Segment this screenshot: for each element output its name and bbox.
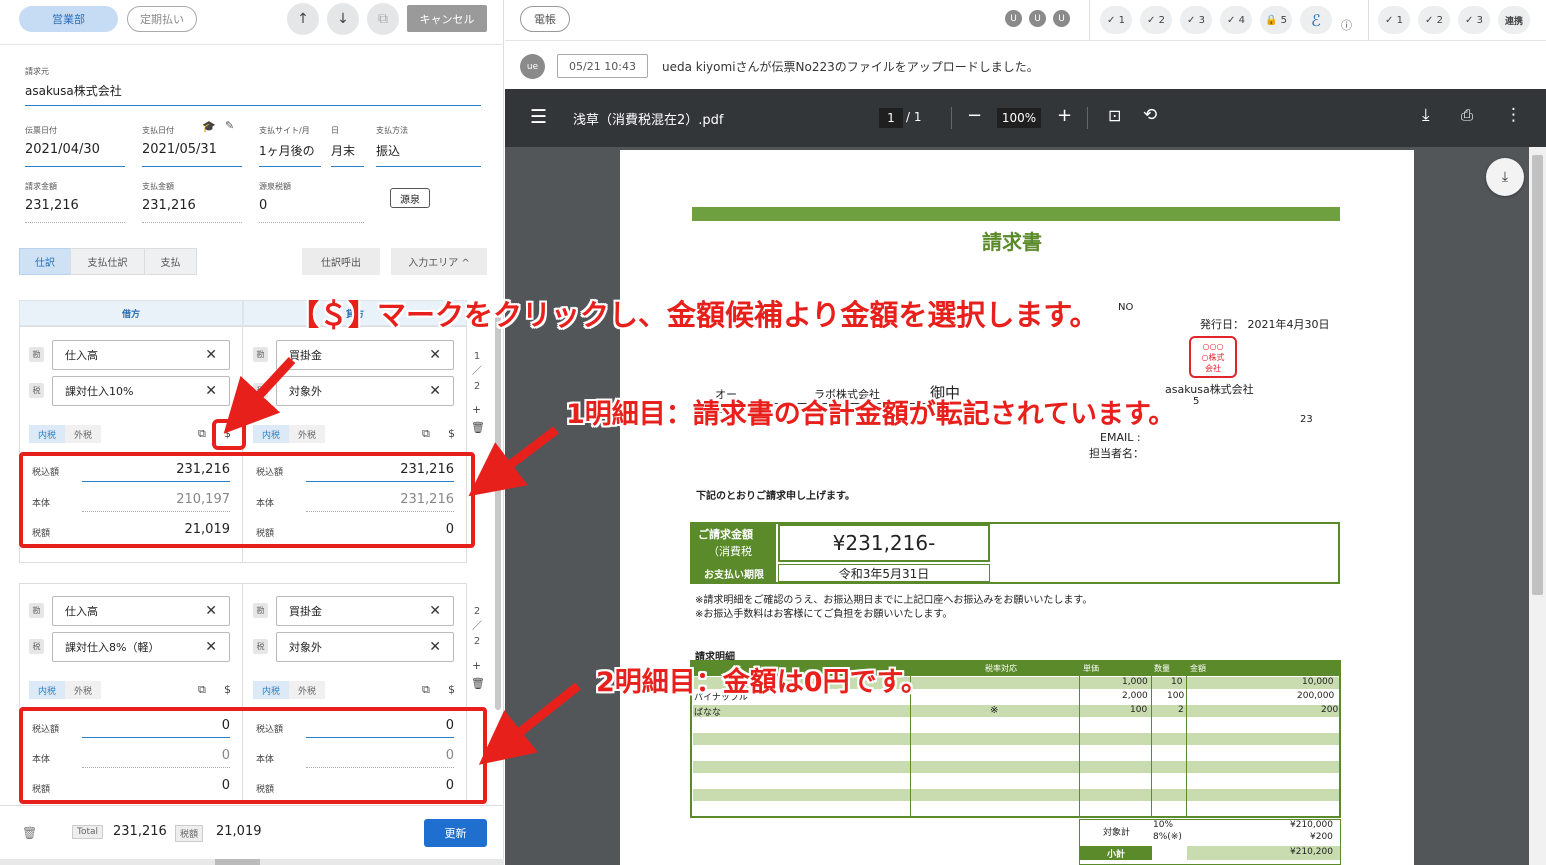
annotation-dollar: 【＄】マークをクリックし、金額候補より金額を選択します。 (290, 298, 1099, 332)
arrow-to-dollar (223, 356, 296, 434)
arrow-to-line-2 (478, 682, 581, 765)
annotation-line-1: 1明細目：請求書の合計金額が転記されています。 (566, 399, 1176, 430)
annotation-line-2: 2明細目：金額は0円です。 (596, 667, 928, 698)
annotation-arrows (223, 356, 581, 765)
arrow-to-line-1 (468, 426, 559, 497)
